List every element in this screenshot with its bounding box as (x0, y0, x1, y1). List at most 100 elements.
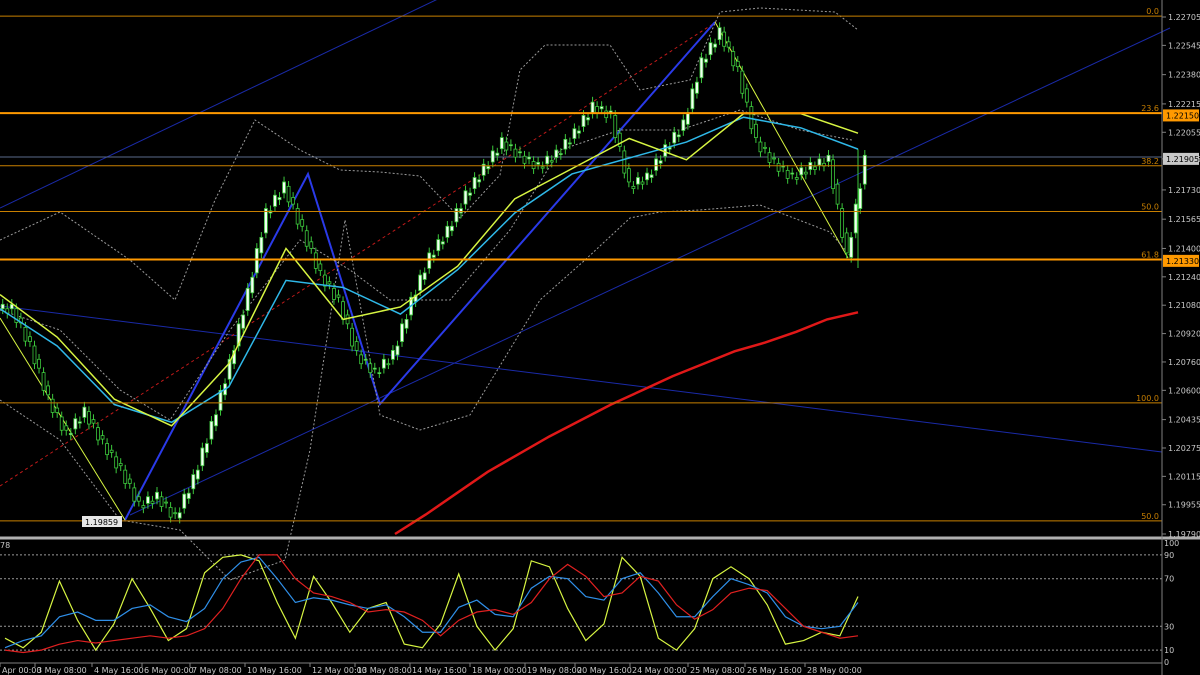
oscillator-tick-label: 0 (1164, 658, 1169, 667)
candle-body (318, 263, 323, 272)
candle-body (509, 144, 513, 147)
candle-body (794, 177, 799, 180)
candle-body (332, 287, 336, 300)
candle-body (572, 128, 577, 139)
candle-body (386, 363, 391, 366)
price-tick-label: 1.22705 (1168, 13, 1200, 22)
candle-body (291, 197, 296, 205)
candle-body (205, 443, 209, 453)
candle-body (626, 168, 631, 183)
candle-body (141, 505, 146, 509)
time-tick-label: 4 May 16:00 (94, 666, 144, 675)
candle-body (540, 166, 545, 169)
candle-body (354, 341, 359, 351)
candle-body (64, 425, 69, 431)
candle-body (159, 496, 164, 507)
candle-body (431, 254, 436, 258)
candle-body (685, 112, 690, 125)
candle-body (77, 421, 82, 424)
oscillator-tick-label: 70 (1164, 575, 1174, 584)
candle-body (713, 43, 717, 48)
forex-candlestick-chart[interactable]: 0.023.638.250.061.8100.050.0 10090703010… (0, 0, 1200, 675)
fib-level-label: 23.6 (1141, 104, 1159, 113)
candle-body (46, 385, 51, 396)
fib-upper-tag: 1.22150 (1166, 111, 1199, 120)
price-tick-label: 1.21565 (1168, 215, 1200, 224)
candle-body (499, 137, 504, 150)
time-tick-label: 14 May 16:00 (412, 666, 467, 675)
candle-body (527, 156, 531, 160)
candle-body (59, 416, 64, 431)
price-tick-label: 1.20600 (1168, 386, 1200, 395)
candle-body (459, 208, 463, 214)
candle-body (812, 166, 817, 170)
candle-body (37, 358, 41, 369)
fib-level-label: 0.0 (1146, 7, 1159, 16)
candle-body (214, 414, 218, 427)
candle-body (186, 492, 191, 499)
candle-body (749, 106, 754, 130)
price-tick-label: 1.19790 (1168, 530, 1200, 539)
candle-body (436, 239, 441, 252)
candle-body (645, 172, 649, 181)
time-tick-label: 7 May 08:00 (192, 666, 242, 675)
candle-body (418, 274, 423, 291)
candle-body (23, 326, 28, 342)
candle-body (82, 406, 87, 418)
candle-body (173, 512, 178, 515)
candle-body (440, 241, 445, 245)
candle-body (549, 160, 554, 163)
price-tick-label: 1.22545 (1168, 41, 1200, 50)
candle-body (495, 152, 500, 156)
candle-body (790, 172, 795, 175)
price-tick-label: 1.22380 (1168, 71, 1200, 80)
candle-body (826, 154, 831, 162)
candle-body (695, 81, 699, 94)
candle-body (563, 138, 568, 150)
candle-body (758, 141, 763, 153)
candle-body (273, 194, 277, 207)
candle-body (744, 88, 749, 103)
candle-body (300, 219, 305, 227)
candle-body (636, 177, 640, 185)
candle-body (735, 60, 740, 68)
candle-body (531, 161, 536, 170)
fib-level-label: 50.0 (1141, 512, 1159, 521)
candle-body (32, 345, 37, 365)
candle-body (545, 155, 550, 165)
candle-body (309, 241, 314, 249)
candle-body (209, 420, 214, 440)
time-tick-label: 24 May 00:00 (632, 666, 687, 675)
price-tick-label: 1.21730 (1168, 186, 1200, 195)
fib-level-label: 50.0 (1141, 203, 1159, 212)
candle-body (286, 185, 291, 203)
candle-body (831, 159, 835, 189)
candle-body (155, 491, 159, 500)
candle-body (799, 167, 804, 176)
candle-body (554, 149, 559, 158)
candle-body (477, 179, 482, 183)
candle-body (0, 303, 5, 310)
candle-body (726, 41, 731, 48)
candle-body (136, 496, 141, 502)
candle-body (282, 181, 286, 194)
candle-body (200, 447, 205, 467)
time-tick-label: 20 May 16:00 (577, 666, 632, 675)
oscillator-corner-label: 78 (0, 541, 10, 550)
time-tick-label: Apr 00:00 (2, 666, 41, 675)
candle-body (486, 166, 491, 170)
candle-body (150, 500, 155, 504)
candle-body (377, 372, 382, 375)
candle-body (604, 110, 609, 119)
candle-body (717, 27, 722, 41)
candle-body (259, 236, 264, 254)
candle-body (708, 42, 713, 56)
price-tick-label: 1.20115 (1168, 472, 1200, 481)
candle-body (490, 150, 495, 163)
time-tick-label: 3 May 08:00 (37, 666, 87, 675)
candle-body (740, 70, 745, 94)
candle-body (590, 101, 595, 114)
candle-body (395, 345, 400, 356)
candle-body (658, 160, 663, 164)
candle-body (581, 115, 586, 127)
